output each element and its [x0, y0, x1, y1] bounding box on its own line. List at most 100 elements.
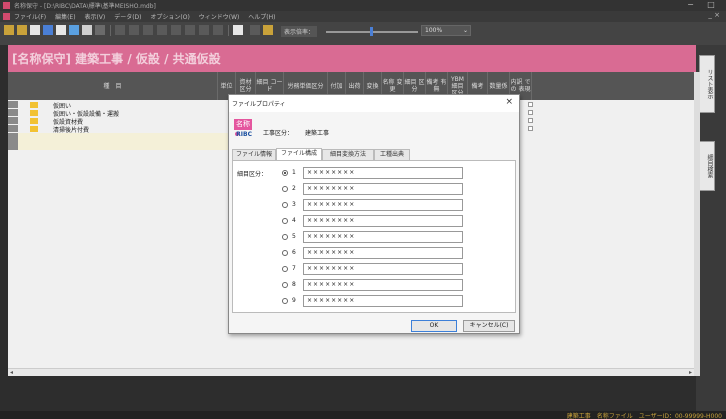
- option-input[interactable]: ××××××××: [303, 295, 463, 307]
- radio-button[interactable]: [282, 170, 288, 176]
- radio-group-label: 細目区分：: [237, 171, 268, 178]
- tab-list-view[interactable]: リスト表示: [699, 55, 715, 113]
- radio-button[interactable]: [282, 202, 288, 208]
- menu-options[interactable]: オプション(O): [150, 14, 189, 21]
- row-header[interactable]: [8, 133, 18, 150]
- maximize-button[interactable]: □: [702, 0, 720, 9]
- option-input[interactable]: ××××××××: [303, 231, 463, 243]
- option-number: 2: [292, 185, 296, 192]
- move-up-icon[interactable]: [143, 25, 153, 35]
- option-row[interactable]: 6 ××××××××: [281, 247, 463, 259]
- row-checkbox[interactable]: [526, 117, 535, 124]
- row-checkbox[interactable]: [526, 101, 535, 108]
- option-row[interactable]: 3 ××××××××: [281, 199, 463, 211]
- search-icon[interactable]: [233, 25, 243, 35]
- logo-bottom: RIBC: [236, 131, 252, 138]
- option-row[interactable]: 8 ××××××××: [281, 279, 463, 291]
- scroll-right-icon[interactable]: ▸: [689, 369, 692, 376]
- down-arrow-icon[interactable]: [17, 25, 27, 35]
- radio-button[interactable]: [282, 282, 288, 288]
- outdent-icon[interactable]: [185, 25, 195, 35]
- radio-button[interactable]: [282, 186, 288, 192]
- copy-icon[interactable]: [82, 25, 92, 35]
- close-icon[interactable]: ×: [505, 97, 513, 107]
- menu-data[interactable]: データ(D): [114, 14, 141, 21]
- option-row[interactable]: 7 ××××××××: [281, 263, 463, 275]
- option-input[interactable]: ××××××××: [303, 183, 463, 195]
- option-input[interactable]: ××××××××: [303, 167, 463, 179]
- row-header[interactable]: [8, 101, 18, 108]
- tab-file-info[interactable]: ファイル情報: [232, 149, 276, 160]
- table-row[interactable]: 仮囲い: [18, 101, 234, 110]
- tab-conversion-method[interactable]: 細目変換方法: [322, 149, 374, 160]
- folder-icon: [30, 102, 38, 108]
- expand-icon[interactable]: [199, 25, 209, 35]
- menu-edit[interactable]: 編集(E): [55, 14, 75, 21]
- print-icon[interactable]: [56, 25, 66, 35]
- document-icon: [3, 13, 10, 20]
- paste-icon[interactable]: [95, 25, 105, 35]
- cancel-button[interactable]: キャンセル(C): [463, 320, 515, 332]
- option-input[interactable]: ××××××××: [303, 215, 463, 227]
- save-icon[interactable]: [43, 25, 53, 35]
- radio-button[interactable]: [282, 234, 288, 240]
- zoom-slider-thumb[interactable]: [370, 27, 374, 36]
- row-checkbox[interactable]: [526, 125, 535, 132]
- indent-icon[interactable]: [171, 25, 181, 35]
- option-row[interactable]: 2 ××××××××: [281, 183, 463, 195]
- right-side-panel: リスト表示 細目検索: [696, 45, 726, 419]
- radio-button[interactable]: [282, 250, 288, 256]
- option-number: 1: [292, 169, 296, 176]
- option-input[interactable]: ××××××××: [303, 263, 463, 275]
- tab-file-structure[interactable]: ファイル構成: [276, 148, 322, 160]
- zoom-dropdown[interactable]: 100% ⌄: [421, 25, 471, 36]
- radio-button[interactable]: [282, 266, 288, 272]
- table-row[interactable]: 仮設資材費: [18, 117, 234, 126]
- row-checkbox[interactable]: [526, 109, 535, 116]
- tab-detail-search[interactable]: 細目検索: [699, 141, 715, 191]
- menu-file[interactable]: ファイル(F): [14, 14, 46, 21]
- menu-help[interactable]: ヘルプ(H): [248, 14, 275, 21]
- filter-icon[interactable]: [250, 25, 260, 35]
- minimize-button[interactable]: −: [681, 0, 699, 9]
- option-row[interactable]: 5 ××××××××: [281, 231, 463, 243]
- table-row[interactable]: 清掃後片付費: [18, 125, 234, 134]
- new-file-icon[interactable]: [30, 25, 40, 35]
- option-input[interactable]: ××××××××: [303, 199, 463, 211]
- tab-source[interactable]: 工種出典: [374, 149, 410, 160]
- ok-button[interactable]: OK: [411, 320, 457, 332]
- table-row[interactable]: 仮囲い・仮設設備・運搬: [18, 109, 234, 118]
- option-number: 4: [292, 217, 296, 224]
- menu-window[interactable]: ウィンドウ(W): [199, 14, 240, 21]
- vertical-scrollbar[interactable]: [694, 72, 700, 376]
- collapse-icon[interactable]: [213, 25, 223, 35]
- kubun-label: 工事区分：: [263, 130, 294, 137]
- radio-button[interactable]: [282, 298, 288, 304]
- scroll-left-icon[interactable]: ◂: [10, 369, 13, 376]
- horizontal-scrollbar[interactable]: ◂ ▸: [8, 368, 694, 376]
- option-input[interactable]: ××××××××: [303, 279, 463, 291]
- row-header[interactable]: [8, 109, 18, 116]
- radio-button[interactable]: [282, 218, 288, 224]
- tab-panel: 細目区分： 1 ×××××××× 2 ×××××××× 3 ×××××××× 4…: [232, 160, 516, 313]
- kubun-value: 建築工事: [304, 130, 329, 137]
- toolbar-separator: [228, 25, 229, 36]
- menu-view[interactable]: 表示(V): [84, 14, 105, 21]
- page-title: [名称保守] 建築工事 / 仮設 / 共通仮設: [12, 52, 221, 66]
- up-arrow-icon[interactable]: [4, 25, 14, 35]
- option-row[interactable]: 1 ××××××××: [281, 167, 463, 179]
- move-down-icon[interactable]: [157, 25, 167, 35]
- option-input[interactable]: ××××××××: [303, 247, 463, 259]
- lock-icon[interactable]: [263, 25, 273, 35]
- delete-row-icon[interactable]: [129, 25, 139, 35]
- insert-row-icon[interactable]: [115, 25, 125, 35]
- option-row[interactable]: 4 ××××××××: [281, 215, 463, 227]
- cut-icon[interactable]: [69, 25, 79, 35]
- table-row-new[interactable]: [18, 133, 234, 150]
- row-header[interactable]: [8, 125, 18, 132]
- mdi-controls[interactable]: _ ×: [708, 11, 720, 19]
- column-header[interactable]: 種 目: [8, 72, 218, 100]
- row-header[interactable]: [8, 117, 18, 124]
- option-row[interactable]: 9 ××××××××: [281, 295, 463, 307]
- meisho-logo: 名称 RIBC: [234, 119, 252, 141]
